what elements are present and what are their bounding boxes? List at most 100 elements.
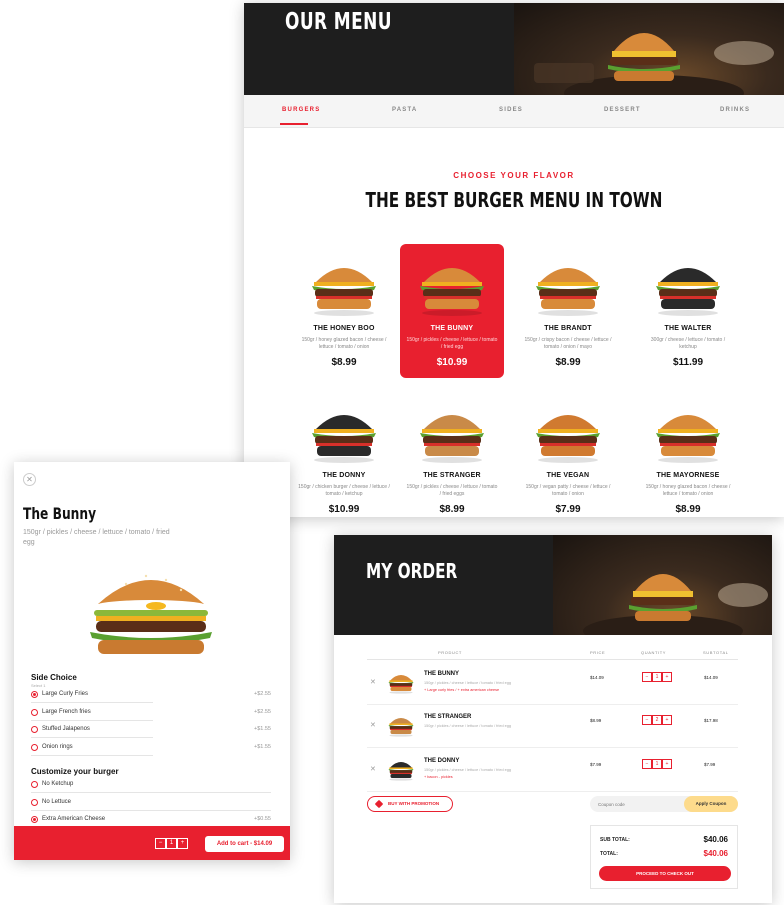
remove-item-icon[interactable]: ✕ [370,678,376,686]
side-option[interactable]: Stuffed Jalapenos +$1.55 [31,724,271,738]
order-item-price: $8.99 [590,718,602,723]
order-hero-photo [553,535,772,635]
menu-item-burger-image [420,268,484,316]
radio-icon[interactable] [31,798,38,806]
radio-icon[interactable] [31,708,38,716]
menu-item[interactable]: THE VEGAN 150gr / vegan patty / cheese / … [516,391,620,517]
product-burger-image [90,574,212,654]
qty-value: 1 [166,838,177,849]
order-qty-minus-button[interactable]: − [642,715,652,725]
apply-coupon-button[interactable]: Apply Coupon [684,796,738,812]
menu-item-price: $10.99 [436,357,468,368]
order-qty-value: 1 [652,672,662,682]
menu-item-description: 150gr / pickles / cheese / lettuce / tom… [406,337,498,350]
custom-option-label: No Ketchup [42,781,74,787]
order-item-subtotal: $7.99 [704,762,716,767]
menu-item-burger-image [312,415,376,463]
tab-dessert[interactable]: DESSERT [604,107,641,113]
qty-minus-button[interactable]: − [155,838,166,849]
menu-item[interactable]: THE WALTER 300gr / cheese / lettuce / tom… [636,244,740,378]
side-choice-title: Side Choice [31,673,77,682]
menu-item-name: THE VEGAN [546,472,590,479]
option-divider [31,792,271,793]
order-item-thumbnail [388,675,414,694]
product-detail-card: ✕ The Bunny 150gr / pickles / cheese / l… [14,462,290,860]
order-item-extras: + bacon - pickles [424,775,453,779]
side-option-label: Large Curly Fries [42,691,89,697]
order-qty-minus-button[interactable]: − [642,759,652,769]
active-tab-indicator [280,123,308,125]
menu-item-burger-image [536,268,600,316]
menu-item[interactable]: THE BUNNY 150gr / pickles / cheese / lett… [400,244,504,378]
order-item-extras: + Large curly fries / + extra american c… [424,688,500,692]
menu-item-name: THE DONNY [322,472,366,479]
side-option[interactable]: Onion rings +$1.55 [31,742,271,756]
remove-item-icon[interactable]: ✕ [370,765,376,773]
tab-drinks[interactable]: DRINKS [720,107,750,113]
menu-tabs: BURGERS PASTA SIDES DESSERT DRINKS [244,95,784,128]
order-item-name: THE STRANGER [424,714,472,720]
side-option[interactable]: Large Curly Fries +$2.55 [31,689,271,703]
option-divider [31,754,153,756]
menu-item[interactable]: THE HONEY BOO 150gr / honey glazed bacon … [292,244,396,378]
side-option[interactable]: Large French fries +$2.55 [31,707,271,721]
custom-option[interactable]: No Lettuce [31,797,271,811]
radio-icon[interactable] [31,743,38,751]
radio-icon[interactable] [31,816,38,823]
menu-item[interactable]: THE BRANDT 150gr / crispy bacon / cheese … [516,244,620,378]
menu-item-price: $8.99 [331,357,357,368]
side-option-label: Large French fries [42,708,91,715]
tab-sides[interactable]: SIDES [499,107,523,113]
row-divider [367,791,738,792]
menu-item[interactable]: THE DONNY 150gr / chicken burger / cheese… [292,391,396,517]
order-item-description: 150gr / pickles / cheese / lettuce / tom… [424,768,511,772]
header-product: PRODUCT [438,650,462,655]
close-icon[interactable]: ✕ [23,473,36,486]
menu-item-description: 150gr / honey glazed bacon / cheese / le… [301,337,387,350]
menu-item-price: $8.99 [675,504,701,515]
order-qty-minus-button[interactable]: − [642,672,652,682]
order-item-thumbnail [388,718,414,737]
menu-item-description: 150gr / pickles / cheese / lettuce / tom… [406,484,498,497]
menu-item-description: 150gr / vegan patty / cheese / lettuce /… [525,484,611,497]
order-qty-plus-button[interactable]: + [662,715,672,725]
menu-item-burger-image [656,268,720,316]
order-qty-plus-button[interactable]: + [662,672,672,682]
custom-option-price: +$0.55 [254,816,271,822]
order-qty-plus-button[interactable]: + [662,759,672,769]
order-item-subtotal: $17.98 [704,718,718,723]
tab-pasta[interactable]: PASTA [392,107,417,113]
order-qty-stepper: −1 + [642,672,672,682]
order-qty-stepper: −1 + [642,759,672,769]
order-card: MY ORDER PRODUCT PRICE QUANTITY SUBTOTAL… [334,535,772,903]
quantity-stepper: − 1 + [155,838,188,849]
proceed-to-checkout-button[interactable]: PROCEED TO CHECK OUT [599,866,731,881]
radio-icon[interactable] [31,726,38,733]
order-item-thumbnail [388,762,414,781]
row-divider [367,747,738,748]
menu-item[interactable]: THE STRANGER 150gr / pickles / cheese / l… [400,391,504,517]
subtotal-value: $40.06 [703,835,728,844]
radio-icon[interactable] [31,781,38,788]
total-value: $40.06 [703,849,728,858]
radio-icon[interactable] [31,691,38,698]
menu-item-description: 300gr / cheese / lettuce / tomato / ketc… [650,337,726,350]
remove-item-icon[interactable]: ✕ [370,721,376,729]
menu-item-burger-image [420,415,484,463]
row-divider [367,704,738,705]
tab-burgers[interactable]: BURGERS [282,107,320,113]
menu-item-description: 150gr / honey glazed bacon / cheese / le… [645,484,731,497]
menu-item[interactable]: THE MAYORNESE 150gr / honey glazed bacon … [636,391,740,517]
side-option-price: +$1.55 [254,743,271,750]
order-item-name: THE BUNNY [424,671,460,677]
buy-with-promotion-button[interactable]: BUY WITH PROMOTION [367,796,453,812]
add-to-cart-button[interactable]: Add to cart - $14.09 [205,836,284,852]
menu-item-name: THE STRANGER [423,472,481,479]
menu-item-price: $8.99 [439,504,465,515]
menu-item-burger-image [656,415,720,463]
custom-option[interactable]: No Ketchup [31,779,271,793]
qty-plus-button[interactable]: + [177,838,188,849]
menu-hero: OUR MENU [244,3,784,95]
order-item-subtotal: $14.09 [704,675,718,680]
side-option-price: +$2.55 [254,691,271,697]
